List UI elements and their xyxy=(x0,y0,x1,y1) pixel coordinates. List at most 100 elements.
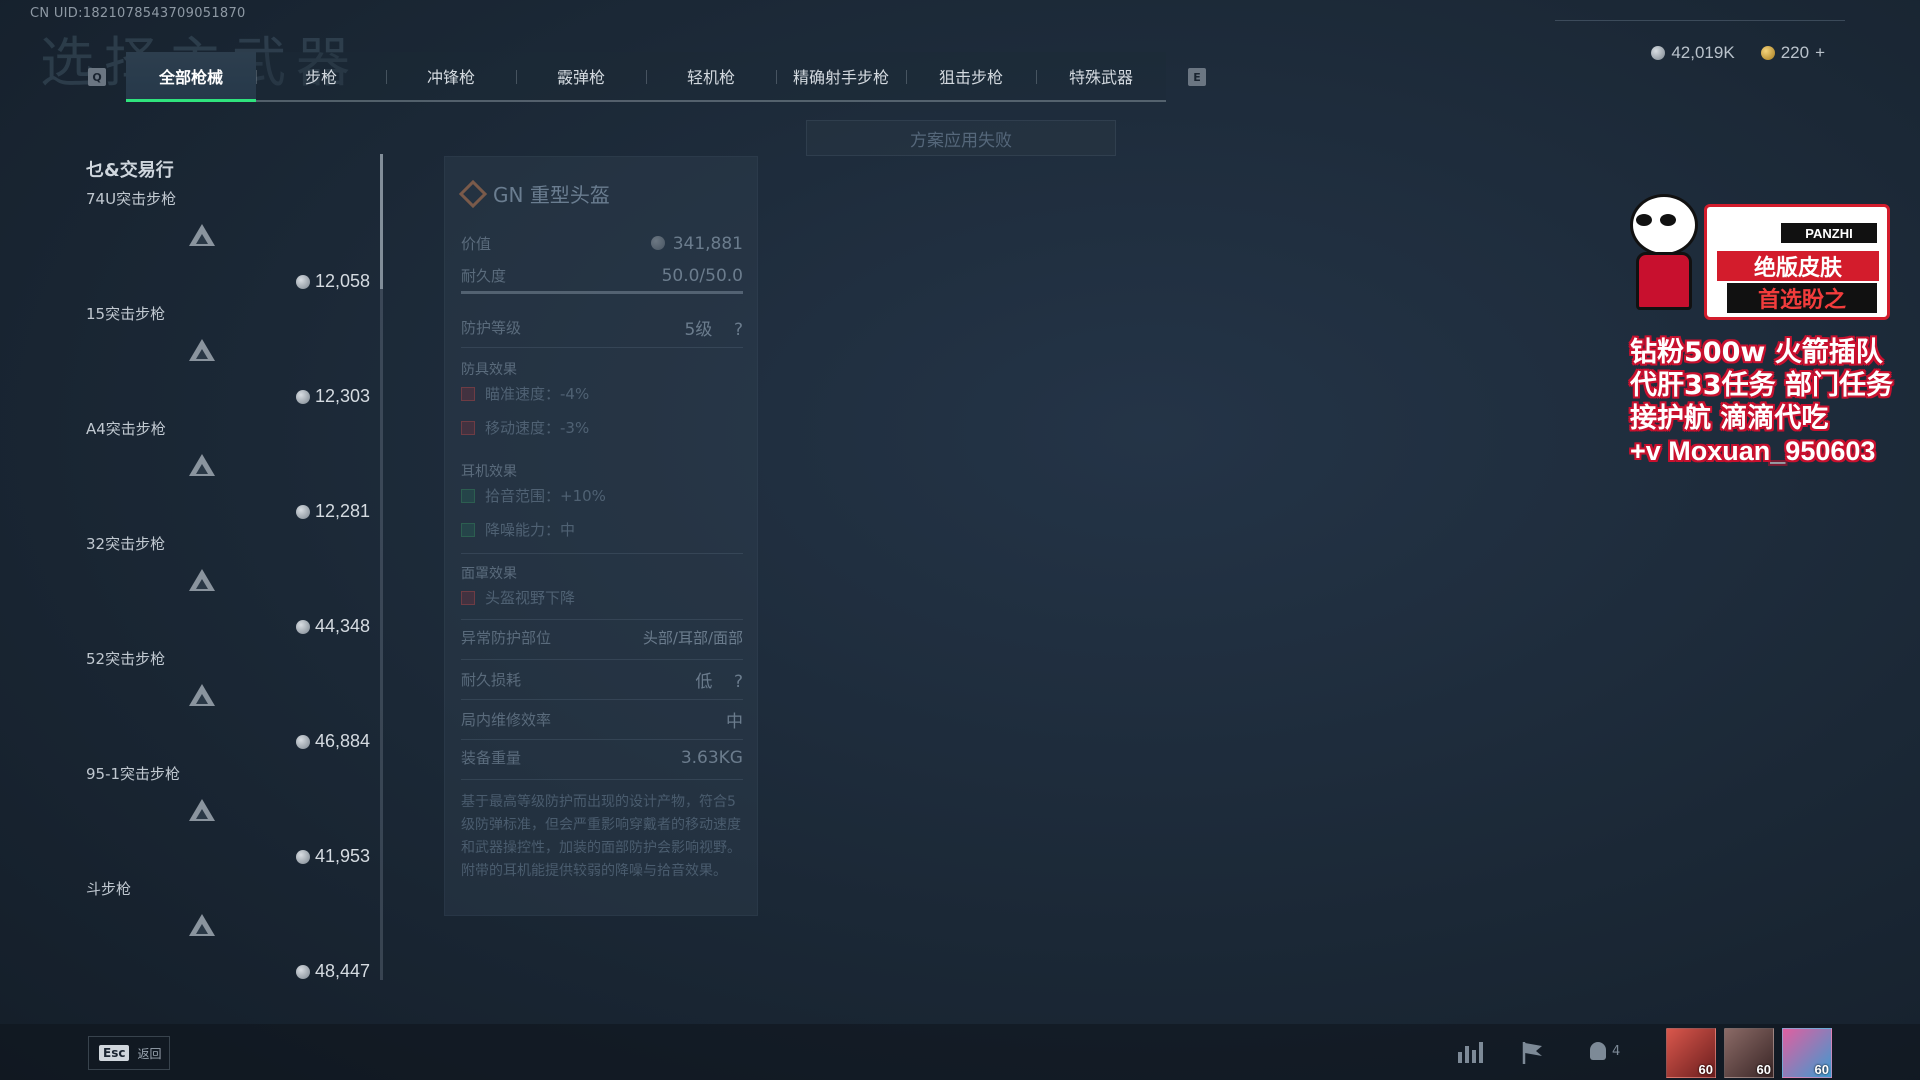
bottom-bar xyxy=(0,1024,1920,1080)
item-description: 基于最高等级防护而出现的设计产物，符合5级防弹标准，但会严重影响穿戴者的移动速度… xyxy=(461,794,741,879)
silver-coin-icon xyxy=(295,389,310,404)
weapon-price: 12,058 xyxy=(295,271,370,292)
divider xyxy=(461,619,743,620)
weapon-list-scrollbar[interactable] xyxy=(380,154,383,980)
flag-icon[interactable] xyxy=(1520,1040,1546,1072)
tab-dmr[interactable]: 精确射手步枪 xyxy=(776,52,906,100)
panda-eye xyxy=(1660,214,1676,226)
weapon-name: A4突击步枪 xyxy=(86,420,166,438)
value-number: 341,881 xyxy=(672,233,743,254)
team-avatars: 60 60 60 xyxy=(1666,1028,1832,1078)
silver-coin-icon xyxy=(295,504,310,519)
top-divider xyxy=(1555,20,1845,21)
rarity-triangle-icon xyxy=(189,914,215,936)
tab-smg[interactable]: 冲锋枪 xyxy=(386,52,516,100)
ad-brand: PANZHI xyxy=(1781,223,1877,243)
avatar[interactable]: 60 xyxy=(1782,1028,1832,1078)
effect-item: 移动速度：-3% xyxy=(461,417,589,438)
gold-amount: 220 xyxy=(1780,43,1810,62)
visor-effects-heading: 面罩效果 xyxy=(461,566,517,582)
avatar-level: 60 xyxy=(1756,1062,1771,1077)
protection-row: 防护等级 5级 ? xyxy=(461,315,743,340)
add-currency-icon[interactable]: + xyxy=(1815,43,1825,63)
stats-chart-icon[interactable] xyxy=(1456,1040,1484,1070)
weapon-name: 32突击步枪 xyxy=(86,535,166,553)
list-item[interactable]: 15突击步枪 12,303 xyxy=(86,303,370,418)
team-icon xyxy=(1590,1042,1606,1060)
repair-value: 中 xyxy=(726,712,743,732)
help-icon[interactable]: ? xyxy=(734,672,743,692)
value-amount: 341,881 xyxy=(650,233,743,254)
weapon-category-tabs: 全部枪械 步枪 冲锋枪 霰弹枪 轻机枪 精确射手步枪 狙击步枪 特殊武器 xyxy=(126,52,1166,102)
divider xyxy=(461,739,743,740)
weapon-price: 12,303 xyxy=(295,386,370,407)
esc-key: Esc xyxy=(99,1045,130,1061)
tab-special[interactable]: 特殊武器 xyxy=(1036,52,1166,100)
list-item[interactable]: 52突击步枪 46,884 xyxy=(86,648,370,763)
rarity-triangle-icon xyxy=(189,799,215,821)
price-value: 12,281 xyxy=(314,501,370,521)
back-button[interactable]: Esc 返回 xyxy=(88,1036,170,1070)
ad-text-line: +v Moxuan_950603 xyxy=(1630,436,1876,466)
tab-shotgun[interactable]: 霰弹枪 xyxy=(516,52,646,100)
tab-rifle[interactable]: 步枪 xyxy=(256,52,386,100)
team-count: 4 xyxy=(1612,1043,1621,1059)
tab-sniper[interactable]: 狙击步枪 xyxy=(906,52,1036,100)
panda-body xyxy=(1636,252,1692,310)
price-value: 12,303 xyxy=(314,386,370,406)
value-row: 价值 341,881 xyxy=(461,233,743,254)
ad-text-line: 钻粉500w 火箭插队 xyxy=(1630,337,1883,368)
avatar-level: 60 xyxy=(1814,1062,1829,1077)
apply-status-banner: 方案应用失败 xyxy=(806,120,1116,156)
value-label: 价值 xyxy=(461,235,492,253)
weapon-price: 12,281 xyxy=(295,501,370,522)
effect-item: 头盔视野下降 xyxy=(461,587,575,608)
team-members[interactable]: 4 xyxy=(1590,1042,1620,1060)
weapon-name: 74U突击步枪 xyxy=(86,190,177,208)
effect-text: 降噪能力：中 xyxy=(485,521,576,539)
gold-currency[interactable]: 220 + xyxy=(1760,43,1825,63)
zones-row: 异常防护部位 头部/耳部/面部 xyxy=(461,627,743,648)
divider xyxy=(461,553,743,554)
ad-text-line: 接护航 滴滴代吃 xyxy=(1630,403,1829,434)
tab-next-key[interactable]: E xyxy=(1188,68,1206,86)
avatar[interactable]: 60 xyxy=(1724,1028,1774,1078)
durability-value: 50.0/50.0 xyxy=(661,265,743,286)
currency-bar: 42,019K 220 + xyxy=(1651,43,1825,63)
list-item[interactable]: 32突击步枪 44,348 xyxy=(86,533,370,648)
buff-icon xyxy=(461,488,475,503)
silver-coin-icon xyxy=(1651,46,1666,60)
tab-lmg[interactable]: 轻机枪 xyxy=(646,52,776,100)
weapon-list: 乜&交易行 74U突击步枪 12,058 15突击步枪 12,303 A4突击步… xyxy=(86,154,370,984)
debuff-icon xyxy=(461,386,475,401)
silver-coin-icon xyxy=(295,849,310,864)
silver-coin-icon xyxy=(295,964,310,979)
divider xyxy=(461,699,743,700)
rarity-triangle-icon xyxy=(189,684,215,706)
price-value: 41,953 xyxy=(314,846,370,866)
avatar-level: 60 xyxy=(1698,1062,1713,1077)
help-icon[interactable]: ? xyxy=(734,320,743,340)
effect-item: 拾音范围：+10% xyxy=(461,485,606,506)
zones-value: 头部/耳部/面部 xyxy=(642,629,743,647)
silver-currency[interactable]: 42,019K xyxy=(1651,43,1735,63)
protection-label: 防护等级 xyxy=(461,319,522,337)
tab-prev-key[interactable]: Q xyxy=(88,68,106,86)
list-item[interactable]: 95-1突击步枪 41,953 xyxy=(86,763,370,878)
rarity-triangle-icon xyxy=(189,454,215,476)
list-item[interactable]: 74U突击步枪 12,058 xyxy=(86,188,370,303)
scrollbar-thumb[interactable] xyxy=(380,154,383,289)
list-item[interactable]: 斗步枪 48,447 xyxy=(86,878,370,984)
zones-label: 异常防护部位 xyxy=(461,629,552,647)
tab-all-weapons[interactable]: 全部枪械 xyxy=(126,52,256,102)
weapon-price: 46,884 xyxy=(295,731,370,752)
headset-effects-heading: 耳机效果 xyxy=(461,464,517,480)
avatar[interactable]: 60 xyxy=(1666,1028,1716,1078)
repair-label: 局内维修效率 xyxy=(461,711,552,729)
silver-coin-icon xyxy=(295,274,310,289)
price-value: 12,058 xyxy=(314,271,370,291)
wear-level: 低 xyxy=(695,672,713,692)
protection-value: 5级 ? xyxy=(685,315,743,340)
list-item[interactable]: A4突击步枪 12,281 xyxy=(86,418,370,533)
effect-text: 瞄准速度：-4% xyxy=(485,385,590,403)
